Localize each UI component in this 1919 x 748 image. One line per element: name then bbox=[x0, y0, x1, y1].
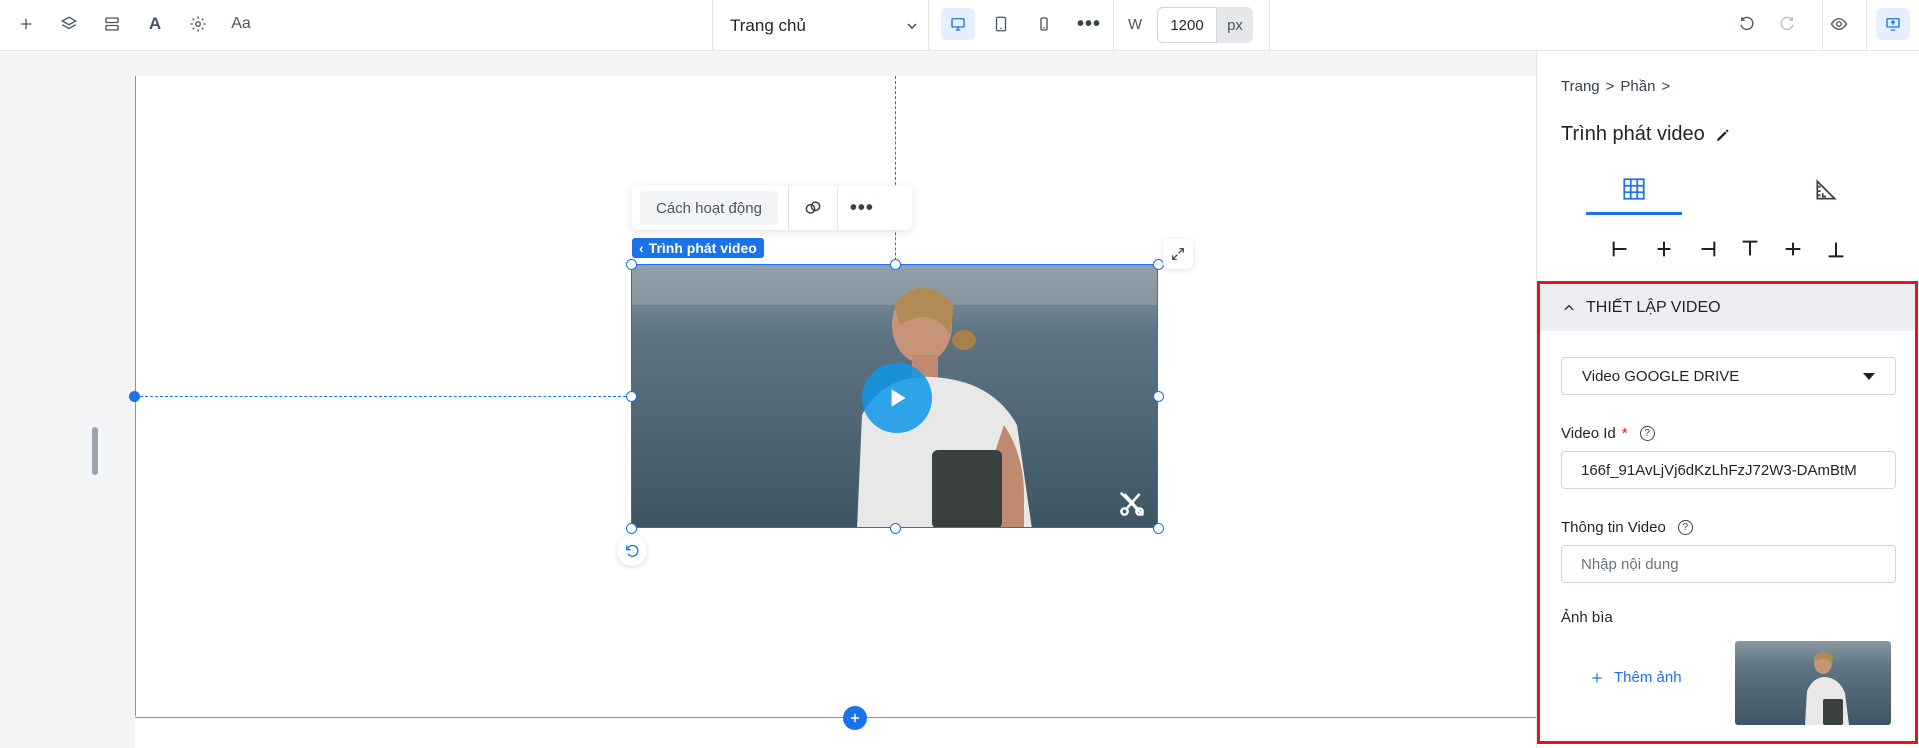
chevron-up-icon bbox=[1564, 304, 1574, 310]
editor-canvas: Cách hoạt động ••• ‹ Trình phát video bbox=[0, 51, 1536, 748]
divider bbox=[1866, 0, 1867, 51]
resize-handle[interactable] bbox=[1153, 523, 1164, 534]
tab-layout[interactable] bbox=[1586, 165, 1682, 215]
video-player[interactable] bbox=[631, 264, 1158, 528]
panel-title-text: Trình phát video bbox=[1561, 123, 1705, 145]
undo-icon[interactable] bbox=[1730, 8, 1764, 40]
guide-line-horizontal bbox=[135, 396, 631, 397]
video-info-label-text: Thông tin Video bbox=[1561, 519, 1666, 536]
add-icon[interactable] bbox=[9, 8, 43, 40]
breadcrumb-item-section[interactable]: Phần bbox=[1620, 78, 1655, 95]
align-bottom-icon[interactable] bbox=[1824, 237, 1848, 261]
resize-handle[interactable] bbox=[626, 391, 637, 402]
more-dots: ••• bbox=[1076, 12, 1101, 35]
font-icon-label: A bbox=[148, 14, 162, 33]
interaction-icon[interactable] bbox=[789, 186, 837, 230]
gear-icon[interactable] bbox=[181, 8, 215, 40]
cover-image-label: Ảnh bìa bbox=[1561, 609, 1613, 626]
publish-icon[interactable] bbox=[1876, 8, 1910, 40]
canvas-scrollbar[interactable] bbox=[92, 427, 98, 475]
chevron-down-icon bbox=[907, 23, 917, 29]
video-source-value: Video GOOGLE DRIVE bbox=[1582, 367, 1740, 385]
video-settings-panel: THIẾT LẬP VIDEO Video GOOGLE DRIVE Video… bbox=[1537, 281, 1918, 744]
video-source-select[interactable]: Video GOOGLE DRIVE bbox=[1561, 357, 1896, 395]
align-right-icon[interactable] bbox=[1695, 237, 1719, 261]
mobile-view-icon[interactable] bbox=[1027, 8, 1061, 40]
divider bbox=[1113, 0, 1114, 51]
properties-panel: Trang > Phần > Trình phát video THIẾT LẬ… bbox=[1536, 51, 1919, 748]
ruler-triangle-icon bbox=[1816, 179, 1837, 200]
divider bbox=[712, 0, 713, 51]
play-icon[interactable] bbox=[862, 363, 932, 433]
width-label: W bbox=[1128, 16, 1143, 33]
element-tag-label: Trình phát video bbox=[648, 240, 757, 256]
panel-title: Trình phát video bbox=[1561, 123, 1731, 146]
sections-icon[interactable] bbox=[95, 8, 129, 40]
page-select[interactable]: Trang chủ bbox=[730, 12, 920, 40]
more-options-icon[interactable]: ••• bbox=[838, 186, 886, 230]
help-icon[interactable]: ? bbox=[1639, 426, 1655, 441]
tablet-view-icon[interactable] bbox=[984, 8, 1018, 40]
video-id-input[interactable] bbox=[1561, 451, 1896, 489]
align-left-icon[interactable] bbox=[1609, 237, 1633, 261]
redo-icon[interactable] bbox=[1770, 8, 1804, 40]
breadcrumb-separator: > bbox=[1605, 78, 1615, 95]
chevron-left-icon: ‹ bbox=[639, 240, 644, 256]
video-info-label: Thông tin Video ? bbox=[1561, 519, 1693, 536]
desktop-view-icon[interactable] bbox=[941, 8, 975, 40]
divider bbox=[1269, 0, 1270, 51]
video-info-input[interactable] bbox=[1561, 545, 1896, 583]
guide-anchor-dot bbox=[129, 391, 140, 402]
resize-handle[interactable] bbox=[890, 259, 901, 270]
more-dots: ••• bbox=[849, 196, 874, 219]
element-floating-toolbar: Cách hoạt động ••• bbox=[632, 186, 912, 230]
expand-icon[interactable] bbox=[1163, 239, 1193, 269]
resize-handle[interactable] bbox=[1153, 391, 1164, 402]
top-toolbar: A Aa Trang chủ ••• W 1200 px bbox=[0, 0, 1919, 51]
align-top-icon[interactable] bbox=[1738, 237, 1762, 261]
grid-layout-icon bbox=[1623, 177, 1645, 200]
video-settings-header[interactable]: THIẾT LẬP VIDEO bbox=[1540, 284, 1915, 331]
add-image-label: Thêm ảnh bbox=[1614, 669, 1682, 686]
video-id-label: Video Id * ? bbox=[1561, 425, 1655, 442]
resize-handle[interactable] bbox=[626, 259, 637, 270]
width-unit[interactable]: px bbox=[1217, 7, 1253, 43]
element-tag[interactable]: ‹ Trình phát video bbox=[632, 238, 764, 258]
tab-style[interactable] bbox=[1778, 165, 1874, 215]
align-center-vertical-icon[interactable] bbox=[1781, 237, 1805, 261]
more-icon[interactable]: ••• bbox=[1072, 8, 1106, 40]
section-border-bottom bbox=[135, 717, 1536, 718]
width-input[interactable]: 1200 bbox=[1157, 7, 1217, 43]
typography-icon-label: Aa bbox=[231, 15, 251, 32]
behavior-button[interactable]: Cách hoạt động bbox=[640, 191, 778, 225]
caret-down-icon bbox=[1863, 372, 1875, 380]
video-settings-title: THIẾT LẬP VIDEO bbox=[1586, 298, 1721, 316]
required-marker: * bbox=[1621, 425, 1628, 442]
help-icon[interactable]: ? bbox=[1677, 520, 1693, 535]
scissors-icon[interactable] bbox=[1117, 489, 1147, 519]
cover-image-preview bbox=[1735, 641, 1891, 725]
add-image-button[interactable]: Thêm ảnh bbox=[1590, 669, 1682, 686]
resize-handle[interactable] bbox=[890, 523, 901, 534]
plus-icon bbox=[1592, 672, 1602, 683]
pencil-icon[interactable] bbox=[1715, 127, 1731, 143]
breadcrumb: Trang > Phần > bbox=[1561, 78, 1670, 95]
video-id-label-text: Video Id bbox=[1561, 425, 1616, 442]
layers-icon[interactable] bbox=[52, 8, 86, 40]
preview-eye-icon[interactable] bbox=[1822, 8, 1856, 40]
alignment-row bbox=[1609, 237, 1848, 261]
align-center-horizontal-icon[interactable] bbox=[1652, 237, 1676, 261]
breadcrumb-separator: > bbox=[1661, 78, 1671, 95]
resize-handle[interactable] bbox=[626, 523, 637, 534]
typography-icon[interactable]: Aa bbox=[224, 8, 258, 40]
font-icon[interactable]: A bbox=[138, 8, 172, 40]
page-select-value: Trang chủ bbox=[730, 16, 806, 35]
cover-image-thumbnail[interactable] bbox=[1735, 641, 1891, 725]
breadcrumb-item-page[interactable]: Trang bbox=[1561, 78, 1600, 95]
divider bbox=[928, 0, 929, 51]
rotate-icon[interactable] bbox=[617, 536, 647, 566]
add-section-button[interactable] bbox=[843, 706, 867, 730]
